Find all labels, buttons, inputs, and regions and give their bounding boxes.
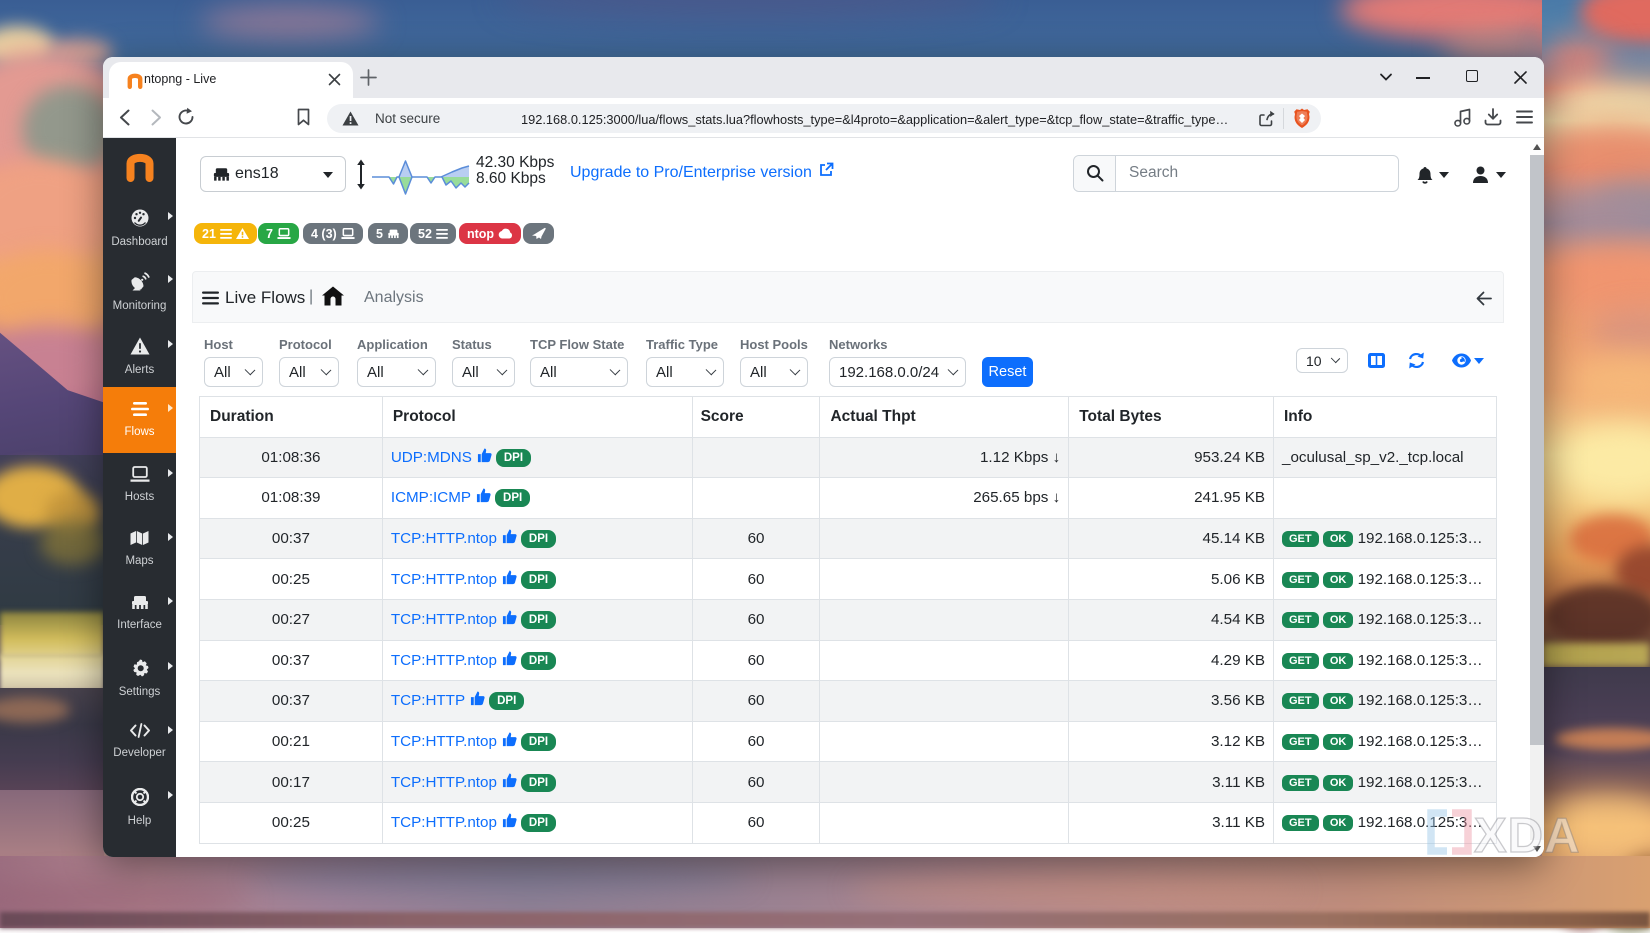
svg-text:XDA: XDA bbox=[1474, 809, 1580, 860]
